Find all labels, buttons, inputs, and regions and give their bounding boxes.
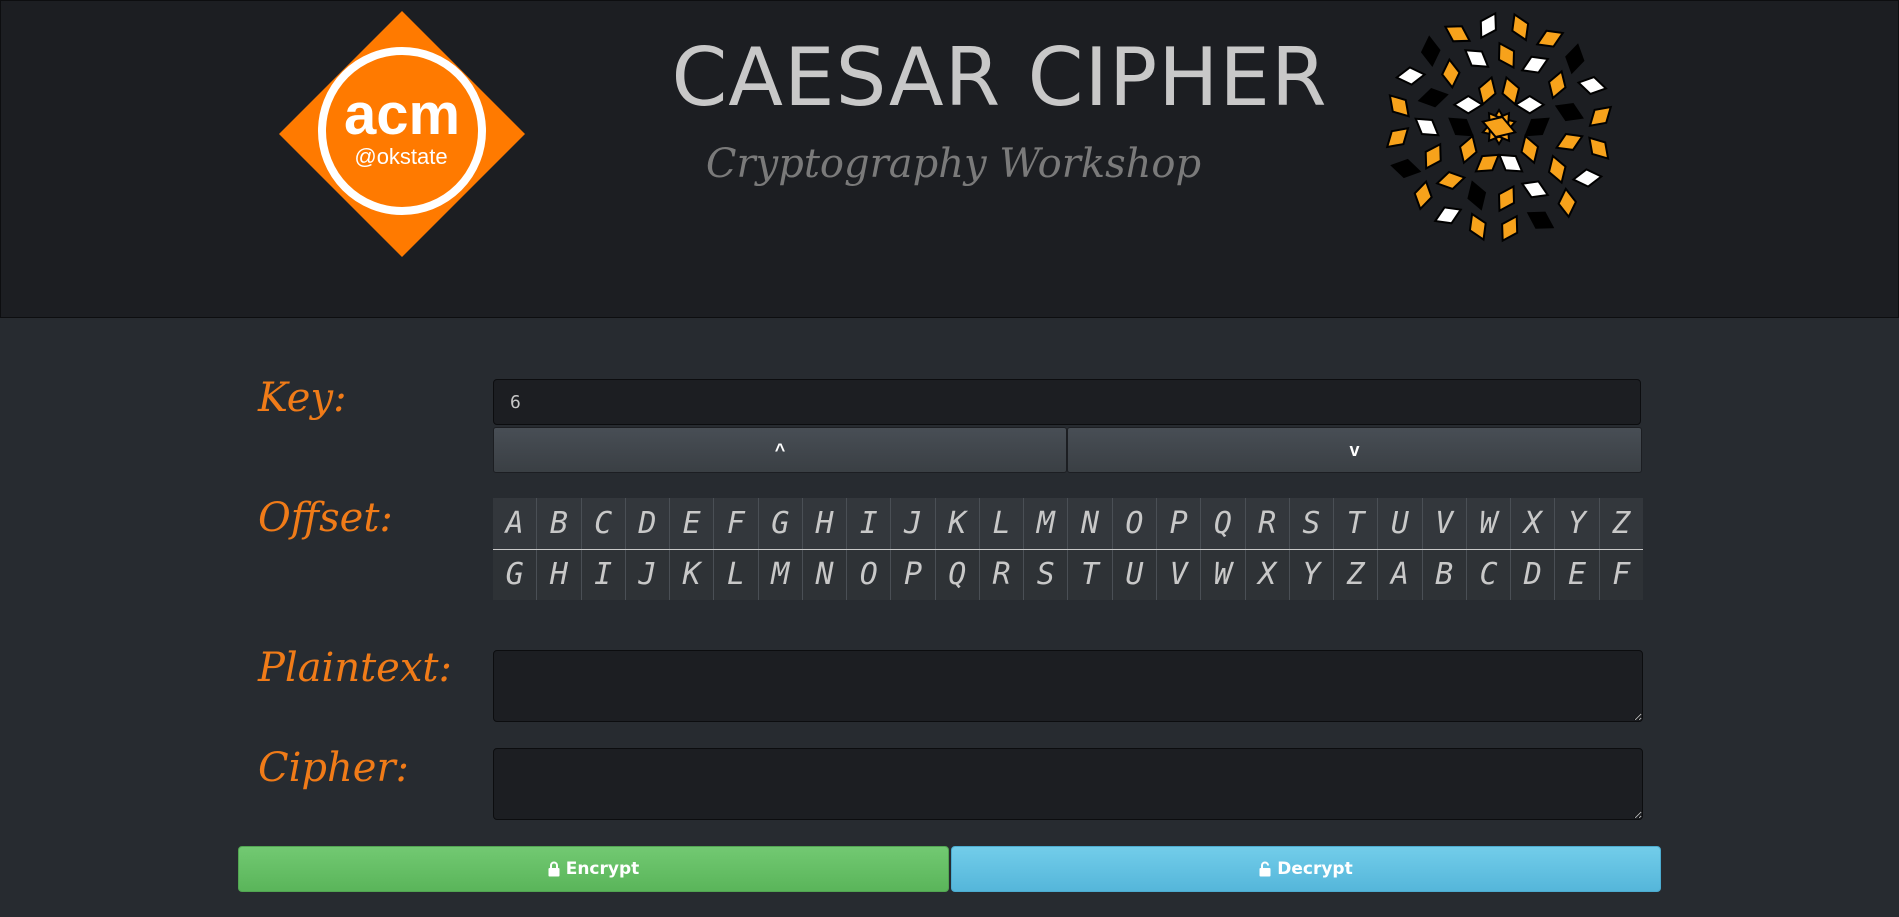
key-increment-button[interactable]: ^ xyxy=(493,427,1067,473)
decrypt-button[interactable]: Decrypt xyxy=(951,846,1661,892)
header: acm @okstate CAESAR CIPHER Cryptography … xyxy=(0,0,1899,318)
key-label: Key: xyxy=(258,375,347,421)
offset-shifted-cell: S xyxy=(1023,549,1068,600)
cipher-label: Cipher: xyxy=(258,745,410,791)
plaintext-input[interactable] xyxy=(493,650,1643,722)
page-title-text: CAESAR CIPHER xyxy=(671,31,1328,124)
offset-shifted-cell: A xyxy=(1377,549,1423,600)
offset-shifted-cell: X xyxy=(1244,549,1290,600)
penrose-tiling-icon xyxy=(1385,11,1613,243)
offset-plain-cell: H xyxy=(801,498,847,550)
offset-plain-cell: M xyxy=(1023,498,1068,550)
page-subtitle-text: Cryptography Workshop xyxy=(705,141,1202,187)
offset-shifted-cell: D xyxy=(1510,549,1555,600)
offset-plain-cell: Z xyxy=(1598,498,1643,550)
offset-plain-cell: G xyxy=(757,498,803,550)
offset-shifted-cell: F xyxy=(1598,549,1643,600)
offset-plain-cell: L xyxy=(978,498,1024,550)
offset-shifted-cell: B xyxy=(1421,549,1467,600)
offset-shifted-cell: U xyxy=(1111,549,1157,600)
offset-shifted-cell: I xyxy=(580,549,626,600)
offset-shifted-cell: Y xyxy=(1288,549,1334,600)
offset-plain-cell: R xyxy=(1244,498,1290,550)
offset-plain-cell: J xyxy=(890,498,936,550)
offset-plain-cell: B xyxy=(536,498,582,550)
offset-plain-cell: D xyxy=(624,498,670,550)
offset-shifted-cell: T xyxy=(1067,549,1113,600)
plaintext-label: Plaintext: xyxy=(258,645,452,691)
offset-table: ABCDEFGHIJKLMNOPQRSTUVWXYZ GHIJKLMNOPQRS… xyxy=(493,498,1643,600)
offset-shifted-cell: J xyxy=(624,549,670,600)
offset-plain-cell: T xyxy=(1333,498,1378,550)
offset-plain-cell: C xyxy=(580,498,626,550)
offset-shifted-cell: K xyxy=(669,549,714,600)
offset-plain-cell: E xyxy=(669,498,714,550)
encrypt-button[interactable]: Encrypt xyxy=(238,846,949,892)
offset-shifted-cell: N xyxy=(801,549,847,600)
offset-plain-cell: S xyxy=(1288,498,1334,550)
offset-plain-row: ABCDEFGHIJKLMNOPQRSTUVWXYZ xyxy=(493,498,1643,550)
offset-shifted-cell: C xyxy=(1465,549,1511,600)
offset-label: Offset: xyxy=(258,495,393,541)
offset-shifted-cell: W xyxy=(1200,549,1246,600)
offset-plain-cell: A xyxy=(493,498,537,550)
offset-plain-cell: U xyxy=(1377,498,1423,550)
offset-plain-cell: I xyxy=(846,498,891,550)
encrypt-button-label: Encrypt xyxy=(565,859,640,879)
offset-shifted-cell: V xyxy=(1155,549,1201,600)
offset-plain-cell: P xyxy=(1155,498,1201,550)
offset-shifted-cell: H xyxy=(536,549,582,600)
offset-shifted-cell: L xyxy=(713,549,759,600)
offset-plain-cell: F xyxy=(713,498,759,550)
offset-plain-cell: Q xyxy=(1200,498,1246,550)
key-input[interactable] xyxy=(493,379,1641,425)
offset-plain-cell: N xyxy=(1067,498,1113,550)
lock-icon xyxy=(548,861,560,877)
offset-plain-cell: Y xyxy=(1554,498,1600,550)
offset-plain-cell: X xyxy=(1510,498,1555,550)
offset-shifted-cell: P xyxy=(890,549,936,600)
offset-shifted-cell: E xyxy=(1554,549,1600,600)
offset-shifted-cell: M xyxy=(757,549,803,600)
offset-shifted-cell: R xyxy=(978,549,1024,600)
offset-plain-cell: O xyxy=(1111,498,1157,550)
decrypt-button-label: Decrypt xyxy=(1277,859,1353,879)
cipher-input[interactable] xyxy=(493,748,1643,820)
offset-shifted-cell: Z xyxy=(1333,549,1378,600)
key-decrement-button[interactable]: v xyxy=(1067,427,1642,473)
offset-shifted-cell: Q xyxy=(934,549,980,600)
offset-shifted-cell: O xyxy=(846,549,891,600)
offset-plain-cell: K xyxy=(934,498,980,550)
offset-plain-cell: W xyxy=(1465,498,1511,550)
offset-shifted-cell: G xyxy=(493,549,537,600)
unlock-icon xyxy=(1259,861,1271,877)
offset-shifted-row: GHIJKLMNOPQRSTUVWXYZABCDEF xyxy=(493,549,1643,600)
offset-plain-cell: V xyxy=(1421,498,1467,550)
